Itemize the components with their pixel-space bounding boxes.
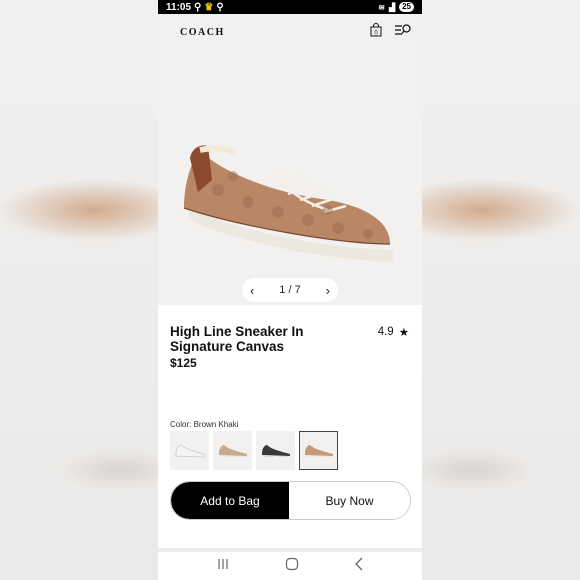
blurred-background-left [0, 0, 158, 580]
image-counter: 1 / 7 [279, 284, 301, 296]
product-rating[interactable]: 4.9 ★ [378, 325, 409, 339]
swatch-taupe[interactable] [213, 431, 252, 470]
color-swatches [170, 431, 338, 470]
product-price: $125 [170, 356, 197, 370]
purchase-actions: Add to Bag Buy Now [170, 481, 411, 520]
sneaker-thumb-white [175, 444, 204, 457]
swatch-white[interactable] [170, 431, 209, 470]
blurred-background-right [422, 0, 580, 580]
shopping-bag-icon[interactable]: 0 [370, 22, 382, 42]
swatch-brown-khaki[interactable] [299, 431, 338, 470]
android-nav-bar [158, 552, 422, 580]
link-icon-2: ⚲ [216, 1, 224, 13]
rating-value: 4.9 [377, 326, 394, 338]
battery-badge: 25 [399, 2, 414, 12]
back-icon[interactable] [354, 557, 364, 576]
crown-icon: ♛ [204, 1, 214, 13]
star-icon: ★ [398, 327, 409, 339]
app-header: COACH 0 [158, 14, 422, 50]
sneaker-image [183, 145, 393, 262]
chevron-left-icon[interactable]: ‹ [250, 283, 254, 298]
home-icon[interactable] [285, 557, 299, 576]
product-image-gallery[interactable]: ‹ 1 / 7 › [158, 50, 422, 305]
sneaker-thumb-black [261, 444, 290, 457]
phone-screen: 11:05 ⚲ ♛ ⚲ ≋ ▟ 25 COACH 0 ‹ 1 / 7 › Hig… [158, 0, 422, 580]
swatch-black[interactable] [256, 431, 295, 470]
gallery-pager: ‹ 1 / 7 › [242, 278, 338, 302]
wifi-icon: ≋ [378, 2, 385, 12]
product-title: High Line Sneaker In Signature Canvas [170, 324, 304, 354]
recent-apps-icon[interactable] [216, 557, 230, 575]
brand-logo[interactable]: COACH [180, 27, 225, 38]
sneaker-thumb-taupe [218, 444, 247, 457]
link-icon: ⚲ [194, 1, 202, 13]
buy-now-button[interactable]: Buy Now [289, 482, 410, 519]
status-bar: 11:05 ⚲ ♛ ⚲ ≋ ▟ 25 [158, 0, 422, 14]
add-to-bag-button[interactable]: Add to Bag [171, 482, 289, 519]
signal-icon: ▟ [388, 2, 396, 12]
status-time: 11:05 [166, 1, 192, 13]
chevron-right-icon[interactable]: › [326, 283, 330, 298]
sneaker-thumb-brown-khaki [304, 444, 333, 457]
color-label: Color: Brown Khaki [170, 420, 239, 429]
product-info-card: High Line Sneaker In Signature Canvas 4.… [158, 313, 422, 548]
menu-search-icon[interactable] [394, 23, 412, 42]
